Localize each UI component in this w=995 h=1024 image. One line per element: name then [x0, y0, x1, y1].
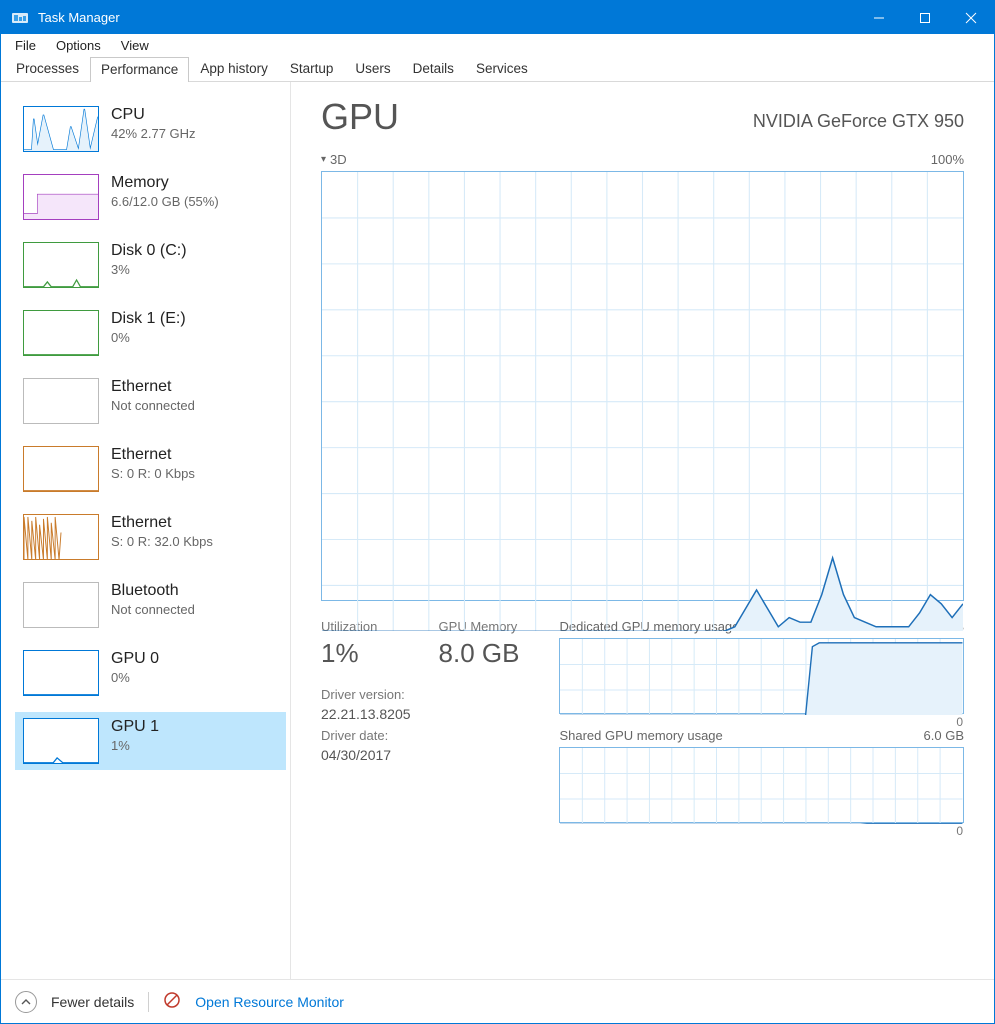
- tab-services[interactable]: Services: [465, 56, 539, 81]
- sidebar-item-sub: 0%: [111, 670, 159, 685]
- thumb-icon: [23, 310, 99, 356]
- detail-pane: GPU NVIDIA GeForce GTX 950 ▾ 3D 100% Uti…: [291, 82, 994, 979]
- titlebar[interactable]: Task Manager: [1, 1, 994, 34]
- sidebar-item-sub: S: 0 R: 0 Kbps: [111, 466, 195, 481]
- sidebar-item-gpu-0[interactable]: GPU 0 0%: [15, 644, 286, 702]
- sidebar-item-sub: Not connected: [111, 398, 195, 413]
- dedicated-chart-zero: 0: [956, 715, 963, 729]
- sidebar-item-ethernet[interactable]: Ethernet S: 0 R: 0 Kbps: [15, 440, 286, 498]
- thumb-icon: [23, 106, 99, 152]
- sidebar-item-label: Ethernet: [111, 514, 213, 532]
- sidebar-item-sub: Not connected: [111, 602, 195, 617]
- gpu-model: NVIDIA GeForce GTX 950: [753, 111, 964, 138]
- sidebar-item-cpu[interactable]: CPU 42% 2.77 GHz: [15, 100, 286, 158]
- shared-chart-zero: 0: [956, 824, 963, 838]
- maximize-button[interactable]: [902, 1, 948, 34]
- app-icon: [9, 7, 31, 29]
- thumb-icon: [23, 514, 99, 560]
- thumb-icon: [23, 650, 99, 696]
- sidebar-item-label: Ethernet: [111, 378, 195, 396]
- driver-date-value: 04/30/2017: [321, 747, 411, 763]
- driver-version-label: Driver version:: [321, 687, 411, 702]
- sidebar-item-gpu-1[interactable]: GPU 1 1%: [15, 712, 286, 770]
- thumb-icon: [23, 446, 99, 492]
- thumb-icon: [23, 718, 99, 764]
- sidebar-item-ethernet[interactable]: Ethernet Not connected: [15, 372, 286, 430]
- driver-version-value: 22.21.13.8205: [321, 706, 411, 722]
- dedicated-chart: 0: [559, 638, 964, 714]
- resource-monitor-icon: [163, 991, 181, 1012]
- main-chart-max: 100%: [931, 152, 964, 167]
- tab-processes[interactable]: Processes: [5, 56, 90, 81]
- sidebar-item-disk-1-e-[interactable]: Disk 1 (E:) 0%: [15, 304, 286, 362]
- driver-date-label: Driver date:: [321, 728, 411, 743]
- close-button[interactable]: [948, 1, 994, 34]
- sidebar-item-sub: 42% 2.77 GHz: [111, 126, 196, 141]
- gpu-memory-value: 8.0 GB: [439, 638, 520, 669]
- tab-performance[interactable]: Performance: [90, 57, 189, 82]
- detail-heading: GPU: [321, 96, 399, 138]
- sidebar-item-label: Disk 1 (E:): [111, 310, 186, 328]
- sidebar-item-label: Ethernet: [111, 446, 195, 464]
- utilization-value: 1%: [321, 638, 411, 669]
- open-resource-monitor-link[interactable]: Open Resource Monitor: [195, 994, 344, 1010]
- minimize-button[interactable]: [856, 1, 902, 34]
- sidebar-item-disk-0-c-[interactable]: Disk 0 (C:) 3%: [15, 236, 286, 294]
- sidebar-item-sub: 0%: [111, 330, 186, 345]
- resource-sidebar: CPU42% 2.77 GHz Memory6.6/12.0 GB (55%) …: [1, 82, 291, 979]
- thumb-icon: [23, 582, 99, 628]
- menu-view[interactable]: View: [113, 36, 157, 55]
- fewer-details-label[interactable]: Fewer details: [51, 994, 134, 1010]
- tab-strip: Processes Performance App history Startu…: [1, 56, 994, 82]
- shared-chart: 0: [559, 747, 964, 823]
- tab-details[interactable]: Details: [402, 56, 465, 81]
- tab-startup[interactable]: Startup: [279, 56, 345, 81]
- sidebar-item-label: GPU 0: [111, 650, 159, 668]
- main-chart-selector[interactable]: ▾ 3D: [321, 152, 347, 167]
- menu-file[interactable]: File: [7, 36, 44, 55]
- footer: Fewer details Open Resource Monitor: [1, 979, 994, 1023]
- sidebar-item-sub: 6.6/12.0 GB (55%): [111, 194, 219, 209]
- sidebar-item-sub: 1%: [111, 738, 159, 753]
- task-manager-window: Task Manager File Options View Processes…: [0, 0, 995, 1024]
- window-title: Task Manager: [38, 10, 120, 25]
- sidebar-item-label: Disk 0 (C:): [111, 242, 187, 260]
- menubar: File Options View: [1, 34, 994, 56]
- footer-divider: [148, 992, 149, 1012]
- tab-app-history[interactable]: App history: [189, 56, 279, 81]
- sidebar-item-label: Memory: [111, 174, 219, 192]
- shared-chart-max: 6.0 GB: [924, 728, 964, 743]
- sidebar-item-label: CPU: [111, 106, 196, 124]
- menu-options[interactable]: Options: [48, 36, 109, 55]
- fewer-details-icon[interactable]: [15, 991, 37, 1013]
- shared-chart-label: Shared GPU memory usage: [559, 728, 722, 743]
- sidebar-item-sub: S: 0 R: 32.0 Kbps: [111, 534, 213, 549]
- thumb-icon: [23, 378, 99, 424]
- body: CPU42% 2.77 GHz Memory6.6/12.0 GB (55%) …: [1, 82, 994, 979]
- main-chart: [321, 171, 964, 601]
- sidebar-item-sub: 3%: [111, 262, 187, 277]
- sidebar-item-label: Bluetooth: [111, 582, 195, 600]
- thumb-icon: [23, 242, 99, 288]
- sidebar-item-ethernet[interactable]: Ethernet S: 0 R: 32.0 Kbps: [15, 508, 286, 566]
- sidebar-item-memory[interactable]: Memory 6.6/12.0 GB (55%): [15, 168, 286, 226]
- tab-users[interactable]: Users: [344, 56, 401, 81]
- chevron-down-icon: ▾: [321, 154, 326, 165]
- thumb-icon: [23, 174, 99, 220]
- main-chart-label: 3D: [330, 152, 347, 167]
- sidebar-item-label: GPU 1: [111, 718, 159, 736]
- sidebar-item-bluetooth[interactable]: Bluetooth Not connected: [15, 576, 286, 634]
